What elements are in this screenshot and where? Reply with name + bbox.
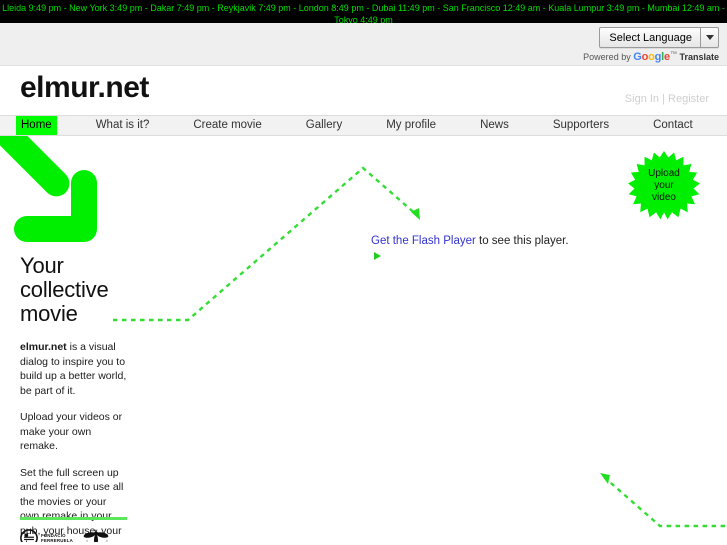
clock-separator: - bbox=[363, 3, 372, 13]
chevron-down-icon[interactable] bbox=[701, 28, 718, 47]
flash-player-message: Get the Flash Player to see this player. bbox=[371, 235, 569, 247]
clock-city-dubai: Dubai 11:49 pm bbox=[371, 3, 435, 13]
clock-separator: - bbox=[142, 3, 151, 13]
clock-city-mumbai: Mumbai 12:49 am bbox=[647, 3, 720, 13]
green-arrow-icon bbox=[0, 136, 97, 242]
clock-separator: - bbox=[719, 3, 725, 13]
bee-icon[interactable] bbox=[83, 529, 109, 542]
fundacio-line2: FERRERUELA bbox=[41, 538, 74, 542]
sign-in-link[interactable]: Sign In bbox=[625, 93, 659, 105]
clock-separator: - bbox=[434, 3, 443, 13]
powered-by-google-translate: Powered by Google™ Translate bbox=[583, 51, 719, 63]
nav-item-home[interactable]: Home bbox=[16, 116, 57, 135]
green-divider bbox=[20, 517, 127, 520]
select-language-dropdown[interactable]: Select Language bbox=[599, 27, 719, 48]
clock-city-reykjavik: Reykjavik 7:49 pm bbox=[217, 3, 291, 13]
fundacio-name: FUNDACIÓ FERRERUELA bbox=[41, 533, 73, 542]
site-header: elmur.net Sign In | Register bbox=[0, 66, 727, 115]
upload-your-video-badge[interactable]: Upload your video bbox=[628, 151, 700, 223]
auth-separator: | bbox=[662, 93, 665, 105]
intro-paragraphs: elmur.net is a visual dialog to inspire … bbox=[20, 340, 128, 542]
nav-item-contact[interactable]: Contact bbox=[648, 116, 698, 135]
intro-text-column: Your collective movie elmur.net is a vis… bbox=[20, 253, 128, 543]
clock-city-san-francisco: San Francisco 12:49 am bbox=[442, 3, 541, 13]
nav-item-gallery[interactable]: Gallery bbox=[301, 116, 347, 135]
clock-city-kuala-lumpur: Kuala Lumpur 3:49 pm bbox=[548, 3, 640, 13]
clock-list: Lleida 9:49 pm - New York 3:49 pm - Daka… bbox=[2, 3, 725, 23]
sponsor-logos: FUNDACIÓ FERRERUELA bbox=[20, 517, 160, 542]
site-logo[interactable]: elmur.net bbox=[20, 71, 149, 105]
google-logo: Google bbox=[633, 51, 670, 63]
upload-badge-line3: video bbox=[652, 192, 676, 203]
translate-widget: Select Language Powered by Google™ Trans… bbox=[583, 27, 719, 63]
powered-by-label: Powered by bbox=[583, 52, 631, 62]
intro-paragraph-lead: elmur.net bbox=[20, 341, 67, 353]
intro-paragraph-2: Upload your videos or make your own rema… bbox=[20, 411, 123, 452]
clock-city-new-york: New York 3:49 pm bbox=[69, 3, 143, 13]
upload-badge-line1: Upload bbox=[648, 168, 680, 179]
clock-separator: - bbox=[290, 3, 299, 13]
get-flash-player-link[interactable]: Get the Flash Player bbox=[371, 235, 476, 247]
nav-item-create-movie[interactable]: Create movie bbox=[188, 116, 266, 135]
nav-item-my-profile[interactable]: My profile bbox=[381, 116, 441, 135]
clock-city-dakar: Dakar 7:49 pm bbox=[150, 3, 210, 13]
select-language-label: Select Language bbox=[609, 32, 692, 44]
upload-badge-text: Upload your video bbox=[628, 168, 700, 204]
fundacio-ferreruela-logo[interactable]: FUNDACIÓ FERRERUELA bbox=[20, 529, 73, 542]
intro-paragraph-1: elmur.net is a visual dialog to inspire … bbox=[20, 341, 127, 397]
google-translate-strip: Select Language Powered by Google™ Trans… bbox=[0, 23, 727, 66]
clock-city-london: London 8:49 pm bbox=[298, 3, 364, 13]
main-navigation: Home What is it? Create movie Gallery My pro… bbox=[0, 115, 727, 136]
trademark-symbol: ™ bbox=[669, 51, 677, 58]
flash-message-rest: to see this player. bbox=[475, 235, 569, 247]
logo-row: FUNDACIÓ FERRERUELA bbox=[20, 529, 160, 542]
nav-item-what-is-it[interactable]: What is it? bbox=[91, 116, 155, 135]
world-clock-ticker: Lleida 9:49 pm - New York 3:49 pm - Daka… bbox=[0, 0, 727, 23]
nav-item-news[interactable]: News bbox=[475, 116, 514, 135]
register-link[interactable]: Register bbox=[668, 93, 709, 105]
translate-word: Translate bbox=[679, 52, 719, 62]
play-triangle-icon[interactable] bbox=[374, 252, 381, 260]
fundacio-mark-icon bbox=[20, 529, 38, 542]
clock-city-tokyo: Tokyo 4:49 pm bbox=[334, 15, 393, 23]
clock-city-lleida: Lleida 9:49 pm bbox=[2, 3, 62, 13]
upload-badge-line2: your bbox=[654, 180, 674, 191]
page-title: Your collective movie bbox=[20, 253, 109, 326]
nav-item-supporters[interactable]: Supporters bbox=[548, 116, 614, 135]
clock-separator: - bbox=[61, 3, 70, 13]
auth-links: Sign In | Register bbox=[625, 93, 709, 105]
nav-list: Home What is it? Create movie Gallery My pro… bbox=[0, 116, 727, 135]
main-stage: Upload your video Get the Flash Player t… bbox=[0, 136, 727, 542]
